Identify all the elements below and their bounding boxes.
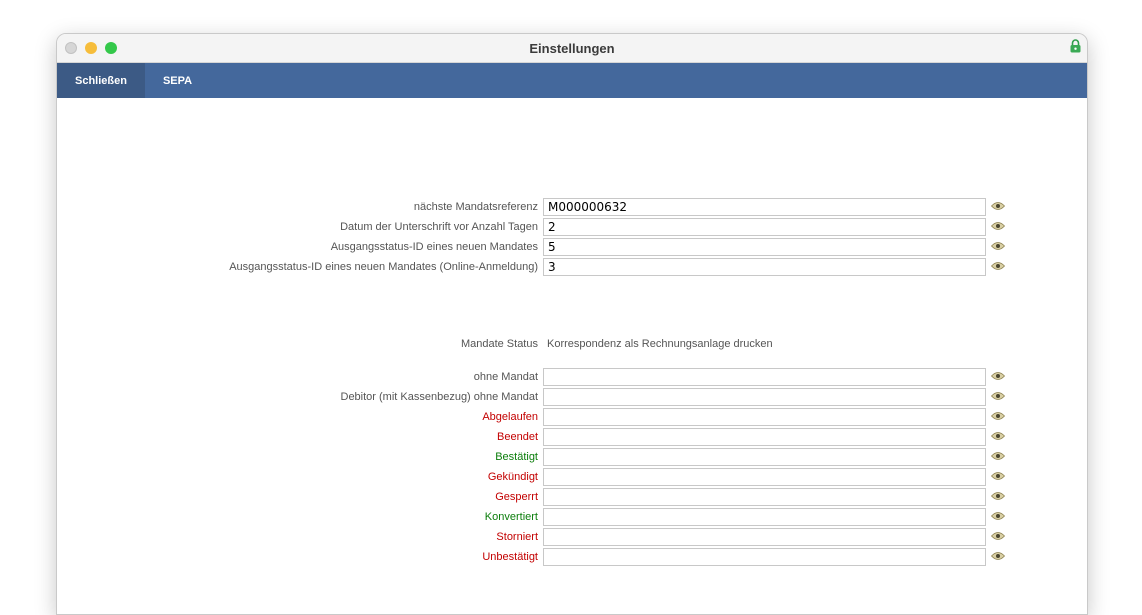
mandate-status-row: Beendet xyxy=(57,428,1087,446)
setting-label: nächste Mandatsreferenz xyxy=(413,201,538,213)
initial-status-id-online-input[interactable] xyxy=(543,258,986,276)
sepa-tab[interactable]: SEPA xyxy=(145,63,210,98)
mandate-status-row: Abgelaufen xyxy=(57,408,1087,426)
mandate-status-label: Konvertiert xyxy=(484,511,538,523)
toolbar: Schließen SEPA xyxy=(57,63,1087,98)
eye-icon[interactable] xyxy=(991,201,1005,211)
mandate-status-header: Mandate Status Korrespondenz als Rechnun… xyxy=(57,335,1087,353)
mandate-abgelaufen-input[interactable] xyxy=(543,408,986,426)
next-mandate-reference-input[interactable] xyxy=(543,198,986,216)
mandate-status-row: Storniert xyxy=(57,528,1087,546)
eye-icon[interactable] xyxy=(991,221,1005,231)
title-bar: Einstellungen xyxy=(57,34,1087,63)
setting-label: Ausgangsstatus-ID eines neuen Mandates xyxy=(330,241,538,253)
mandate-status-label: Unbestätigt xyxy=(482,551,538,563)
setting-label: Datum der Unterschrift vor Anzahl Tagen xyxy=(340,221,538,233)
mandate-status-row: Konvertiert xyxy=(57,508,1087,526)
mandate-status-label: Debitor (mit Kassenbezug) ohne Mandat xyxy=(340,391,539,403)
mandate-status-label: Gesperrt xyxy=(495,491,538,503)
close-button[interactable]: Schließen xyxy=(57,63,145,98)
mandate-status-label: Gekündigt xyxy=(487,471,538,483)
eye-icon[interactable] xyxy=(991,511,1005,521)
mandate-status-row: Debitor (mit Kassenbezug) ohne Mandat xyxy=(57,388,1087,406)
eye-icon[interactable] xyxy=(991,431,1005,441)
eye-icon[interactable] xyxy=(991,471,1005,481)
window-title: Einstellungen xyxy=(529,41,615,56)
initial-status-id-input[interactable] xyxy=(543,238,986,256)
mandate-status-row: Unbestätigt xyxy=(57,548,1087,566)
mandate-status-label: ohne Mandat xyxy=(473,371,538,383)
mandate-status-label: Storniert xyxy=(496,531,538,543)
eye-icon[interactable] xyxy=(991,371,1005,381)
mandate-ohne-mandat-input[interactable] xyxy=(543,368,986,386)
eye-icon[interactable] xyxy=(991,391,1005,401)
mandate-status-row: Gesperrt xyxy=(57,488,1087,506)
mandate-status-label: Abgelaufen xyxy=(482,411,538,423)
mandate-bestaetigt-input[interactable] xyxy=(543,448,986,466)
eye-icon[interactable] xyxy=(991,411,1005,421)
mandate-gekuendigt-input[interactable] xyxy=(543,468,986,486)
mandate-konvertiert-input[interactable] xyxy=(543,508,986,526)
mandate-beendet-input[interactable] xyxy=(543,428,986,446)
mandate-unbestaetigt-input[interactable] xyxy=(543,548,986,566)
mandate-status-header-value: Korrespondenz als Rechnungsanlage drucke… xyxy=(547,338,773,350)
mandate-gesperrt-input[interactable] xyxy=(543,488,986,506)
mandate-status-row: Gekündigt xyxy=(57,468,1087,486)
eye-icon[interactable] xyxy=(991,451,1005,461)
setting-row: Ausgangsstatus-ID eines neuen Mandates xyxy=(57,238,1087,256)
mandate-status-label: Beendet xyxy=(497,431,538,443)
mandate-status-row: ohne Mandat xyxy=(57,368,1087,386)
signature-days-input[interactable] xyxy=(543,218,986,236)
mandate-debitor-ohne-mandat-input[interactable] xyxy=(543,388,986,406)
setting-row: nächste Mandatsreferenz xyxy=(57,198,1087,216)
eye-icon[interactable] xyxy=(991,261,1005,271)
settings-window: Einstellungen Schließen SEPA nächste Man… xyxy=(56,33,1088,615)
mandate-status-label: Bestätigt xyxy=(495,451,538,463)
eye-icon[interactable] xyxy=(991,551,1005,561)
mandate-status-row: Bestätigt xyxy=(57,448,1087,466)
eye-icon[interactable] xyxy=(991,531,1005,541)
lock-icon xyxy=(1070,39,1081,53)
mandate-status-header-label: Mandate Status xyxy=(460,338,538,350)
eye-icon[interactable] xyxy=(991,491,1005,501)
setting-row: Ausgangsstatus-ID eines neuen Mandates (… xyxy=(57,258,1087,276)
mandate-storniert-input[interactable] xyxy=(543,528,986,546)
eye-icon[interactable] xyxy=(991,241,1005,251)
setting-label: Ausgangsstatus-ID eines neuen Mandates (… xyxy=(229,261,538,273)
setting-row: Datum der Unterschrift vor Anzahl Tagen xyxy=(57,218,1087,236)
